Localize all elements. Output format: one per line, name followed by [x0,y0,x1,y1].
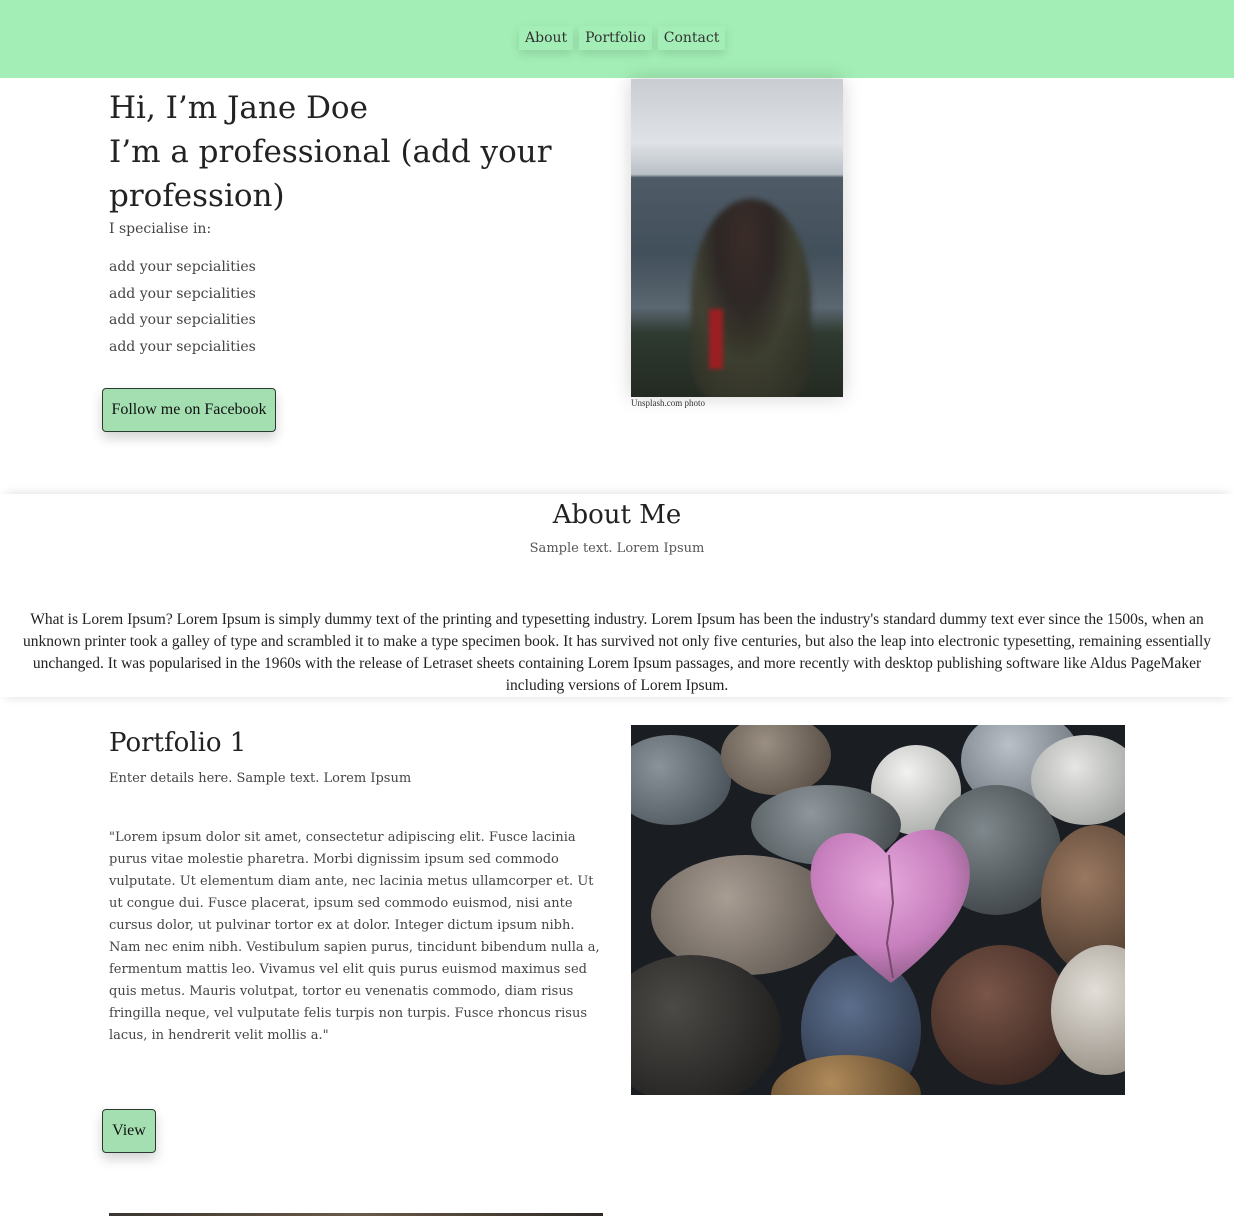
specialities-list: add your sepcialities add your sepcialit… [109,256,256,362]
about-body-text: What is Lorem Ipsum? Lorem Ipsum is simp… [22,611,1211,694]
view-portfolio-button[interactable]: View [102,1109,156,1153]
stone [631,735,731,825]
heart-stone-icon [810,829,970,983]
portfolio-subtitle: Enter details here. Sample text. Lorem I… [109,771,412,786]
speciality-item: add your sepcialities [109,285,256,302]
hero-title-line1: Hi, I’m Jane Doe [109,90,368,126]
stone [631,955,781,1095]
photo-caption: Unsplash.com photo [631,398,705,408]
nav-about-link[interactable]: About [519,26,574,50]
about-heading: About Me [552,500,682,530]
scarf-detail [709,309,723,369]
nav-contact-link[interactable]: Contact [657,26,726,50]
portfolio-image [631,725,1125,1095]
specialise-label: I specialise in: [109,221,212,237]
hero-title-line2: I’m a professional (add your profession) [109,134,552,214]
main-nav: About Portfolio Contact [519,26,726,50]
about-subtitle: Sample text. Lorem Ipsum [529,541,705,556]
speciality-item: add your sepcialities [109,338,256,355]
portfolio-title: Portfolio 1 [109,728,247,758]
stone [1051,945,1125,1075]
follow-facebook-button[interactable]: Follow me on Facebook [102,388,276,432]
speciality-item: add your sepcialities [109,312,256,328]
hero-title: Hi, I’m Jane Doe I’m a professional (add… [109,86,579,218]
hero-photo [631,79,843,397]
top-nav-bar: About Portfolio Contact [0,0,1234,78]
speciality-item: add your sepcialities [109,259,256,275]
nav-portfolio-link[interactable]: Portfolio [579,26,652,50]
portfolio-quote: "Lorem ipsum dolor sit amet, consectetur… [109,830,600,1043]
